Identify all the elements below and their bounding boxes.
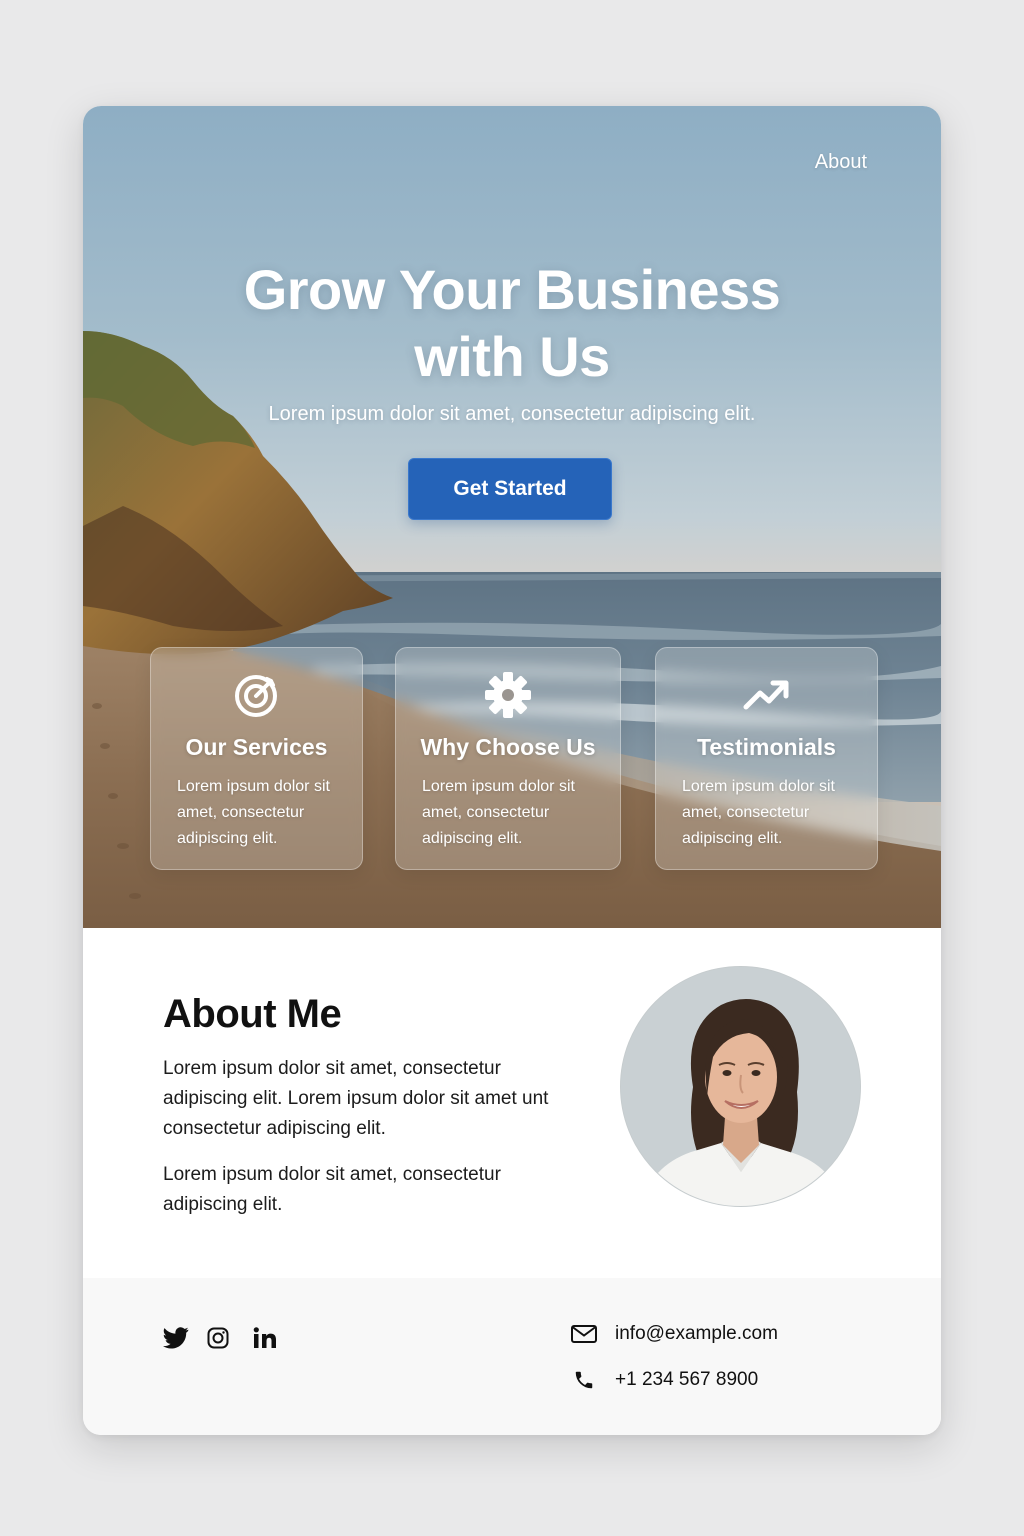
hero-title-line-1: Grow Your Business [243, 258, 781, 321]
feature-title: Why Choose Us [420, 734, 596, 760]
phone-text: +1 234 567 8900 [615, 1369, 759, 1390]
instagram-icon[interactable] [203, 1323, 233, 1353]
feature-card-testimonials[interactable]: Testimonials Lorem ipsum dolor sit amet,… [655, 647, 878, 870]
avatar [620, 966, 861, 1207]
about-paragraph: Lorem ipsum dolor sit amet, consectetur … [163, 1058, 549, 1139]
get-started-button[interactable]: Get Started [408, 458, 612, 520]
hero-subtitle: Lorem ipsum dolor sit amet, consectetur … [268, 403, 756, 425]
linkedin-icon[interactable] [250, 1323, 280, 1353]
phone-icon [569, 1369, 599, 1391]
about-section: About Me Lorem ipsum dolor sit amet, con… [83, 928, 941, 1278]
trend-up-icon [656, 670, 877, 720]
feature-card-why-choose-us[interactable]: Why Choose Us Lorem ipsum dolor sit amet… [395, 647, 621, 870]
footer: info@example.com +1 234 567 8900 [83, 1278, 941, 1435]
page-card: About Grow Your Business with Us Lorem i… [83, 106, 941, 1435]
gear-icon [396, 670, 620, 720]
hero-title: Grow Your Business with Us [83, 256, 941, 390]
about-title: About Me [163, 992, 342, 1036]
twitter-icon[interactable] [161, 1323, 191, 1353]
feature-card-services[interactable]: Our Services Lorem ipsum dolor sit amet,… [150, 647, 363, 870]
mail-icon [569, 1325, 599, 1343]
email-text: info@example.com [615, 1323, 778, 1344]
about-paragraph: Lorem ipsum dolor sit amet, consectetur … [163, 1164, 501, 1215]
feature-text: Lorem ipsum dolor sit amet, consectetur … [422, 778, 575, 847]
hero-section: About Grow Your Business with Us Lorem i… [83, 106, 941, 928]
nav-about-link[interactable]: About [815, 151, 867, 174]
contact-phone[interactable]: +1 234 567 8900 [569, 1365, 758, 1395]
contact-email[interactable]: info@example.com [569, 1319, 778, 1349]
feature-text: Lorem ipsum dolor sit amet, consectetur … [682, 778, 835, 847]
target-icon [151, 670, 362, 720]
hero-title-line-2: with Us [414, 325, 610, 388]
feature-title: Testimonials [697, 734, 836, 760]
feature-text: Lorem ipsum dolor sit amet, consectetur … [177, 778, 330, 847]
feature-title: Our Services [185, 734, 328, 760]
